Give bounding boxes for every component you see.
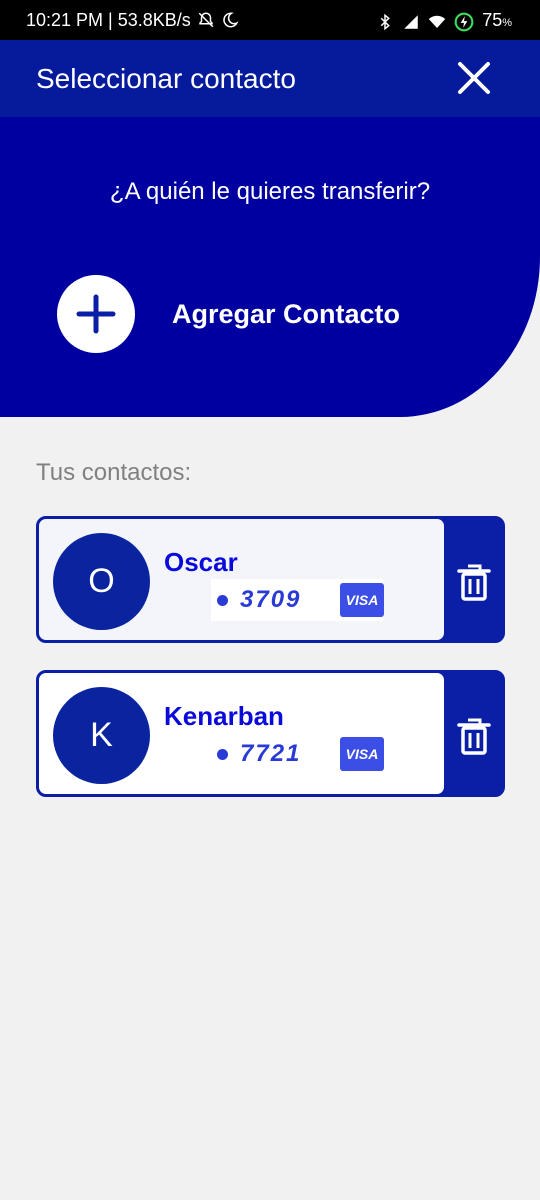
visa-logo: VISA (340, 737, 384, 771)
contact-name: Kenarban (164, 701, 284, 731)
battery-value: 75 (482, 10, 503, 30)
card-info: 7721 VISA (211, 733, 384, 775)
avatar: O (53, 533, 150, 630)
status-right: 75% (376, 8, 512, 35)
contact-card-body[interactable]: K Kenarban 7721 VISA (38, 672, 445, 795)
page-title: Seleccionar contacto (36, 63, 296, 94)
contact-name: Oscar (164, 547, 238, 577)
battery-level: 75% (482, 8, 512, 35)
contact-card-oscar[interactable]: O Oscar 3709 VISA (36, 516, 505, 643)
status-time-speed: 10:21 PM | 53.8KB/s (26, 10, 191, 30)
status-left: 10:21 PM | 53.8KB/s (26, 8, 239, 32)
trash-icon (457, 564, 491, 601)
card-dot-icon (217, 594, 228, 606)
add-contact-label: Agregar Contacto (172, 298, 401, 329)
contact-card-body[interactable]: O Oscar 3709 VISA (38, 518, 445, 641)
close-button[interactable] (456, 60, 492, 96)
do-not-disturb-icon (221, 11, 239, 29)
card-info: 3709 VISA (211, 579, 384, 621)
signal-icon (402, 13, 420, 31)
card-dot-icon (217, 748, 228, 760)
delete-contact-button[interactable] (456, 717, 492, 755)
battery-unit: % (502, 17, 512, 29)
visa-logo: VISA (340, 583, 384, 617)
delete-contact-button[interactable] (456, 563, 492, 601)
trash-icon (457, 718, 491, 755)
card-last-digits: 7721 (240, 740, 302, 767)
add-contact-circle[interactable] (57, 275, 135, 353)
contact-card-kenarban[interactable]: K Kenarban 7721 VISA (36, 670, 505, 797)
wifi-icon (428, 13, 446, 31)
avatar: K (53, 687, 150, 784)
add-contact-button[interactable]: Agregar Contacto (57, 274, 400, 354)
transfer-question: ¿A quién le quieres transferir? (109, 178, 431, 205)
transfer-hero: ¿A quién le quieres transferir? Agregar … (0, 117, 540, 417)
notifications-off-icon (197, 11, 215, 29)
bluetooth-icon (376, 13, 394, 31)
contacts-heading: Tus contactos: (36, 459, 192, 486)
close-icon (458, 62, 490, 94)
card-last-digits: 3709 (240, 586, 302, 613)
status-bar: 10:21 PM | 53.8KB/s 75% (0, 0, 540, 40)
plus-icon (76, 294, 116, 334)
battery-charging-icon (454, 12, 474, 32)
